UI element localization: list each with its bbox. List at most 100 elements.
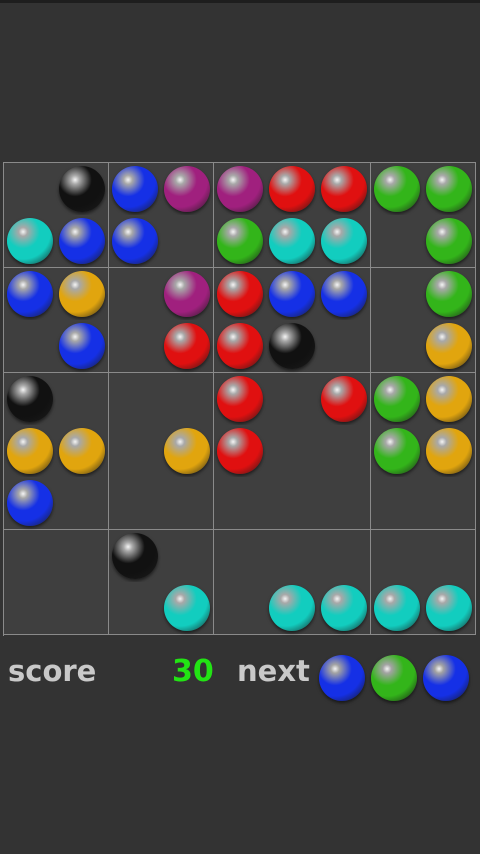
- cyan-ball[interactable]: [269, 585, 315, 631]
- board-cell[interactable]: [109, 163, 162, 216]
- board-cell[interactable]: [371, 268, 424, 321]
- board-cell[interactable]: [109, 477, 162, 530]
- cyan-ball[interactable]: [269, 218, 315, 264]
- board-cell[interactable]: [109, 582, 162, 635]
- yellow-ball[interactable]: [426, 323, 472, 369]
- board-cell[interactable]: [423, 215, 476, 268]
- green-ball[interactable]: [426, 218, 472, 264]
- board-cell[interactable]: [161, 530, 214, 583]
- board-cell[interactable]: [109, 320, 162, 373]
- board-cell[interactable]: [266, 477, 319, 530]
- green-ball[interactable]: [217, 218, 263, 264]
- board-cell[interactable]: [56, 582, 109, 635]
- cyan-ball[interactable]: [374, 585, 420, 631]
- purple-ball[interactable]: [164, 271, 210, 317]
- red-ball[interactable]: [321, 166, 367, 212]
- board-cell[interactable]: [56, 477, 109, 530]
- board-cell[interactable]: [371, 215, 424, 268]
- blue-ball[interactable]: [59, 323, 105, 369]
- board-cell[interactable]: [371, 320, 424, 373]
- board-cell[interactable]: [266, 373, 319, 426]
- board-cell[interactable]: [371, 163, 424, 216]
- board-cell[interactable]: [56, 373, 109, 426]
- board-cell[interactable]: [56, 268, 109, 321]
- board-cell[interactable]: [56, 530, 109, 583]
- board-cell[interactable]: [56, 215, 109, 268]
- board-cell[interactable]: [371, 530, 424, 583]
- board-cell[interactable]: [4, 163, 57, 216]
- board-cell[interactable]: [318, 163, 371, 216]
- blue-ball[interactable]: [269, 271, 315, 317]
- board-cell[interactable]: [266, 530, 319, 583]
- black-ball[interactable]: [7, 376, 53, 422]
- yellow-ball[interactable]: [59, 428, 105, 474]
- cyan-ball[interactable]: [426, 585, 472, 631]
- board-cell[interactable]: [318, 582, 371, 635]
- board-cell[interactable]: [161, 373, 214, 426]
- board-cell[interactable]: [4, 215, 57, 268]
- board-cell[interactable]: [318, 268, 371, 321]
- board-cell[interactable]: [4, 425, 57, 478]
- board-cell[interactable]: [423, 425, 476, 478]
- board-cell[interactable]: [214, 477, 267, 530]
- board-cell[interactable]: [423, 582, 476, 635]
- board-cell[interactable]: [161, 477, 214, 530]
- board-cell[interactable]: [161, 320, 214, 373]
- board-cell[interactable]: [371, 373, 424, 426]
- board-cell[interactable]: [161, 215, 214, 268]
- board-cell[interactable]: [109, 530, 162, 583]
- green-ball[interactable]: [426, 166, 472, 212]
- board-cell[interactable]: [56, 425, 109, 478]
- board-cell[interactable]: [161, 163, 214, 216]
- board-cell[interactable]: [423, 530, 476, 583]
- board-cell[interactable]: [161, 425, 214, 478]
- board-cell[interactable]: [266, 268, 319, 321]
- board-cell[interactable]: [423, 268, 476, 321]
- board-cell[interactable]: [56, 163, 109, 216]
- board-cell[interactable]: [4, 268, 57, 321]
- board-cell[interactable]: [423, 373, 476, 426]
- board-cell[interactable]: [423, 320, 476, 373]
- red-ball[interactable]: [217, 323, 263, 369]
- board-cell[interactable]: [109, 425, 162, 478]
- board-cell[interactable]: [318, 530, 371, 583]
- board-cell[interactable]: [214, 530, 267, 583]
- board-cell[interactable]: [371, 477, 424, 530]
- board-cell[interactable]: [4, 530, 57, 583]
- board-cell[interactable]: [4, 373, 57, 426]
- board-cell[interactable]: [371, 425, 424, 478]
- black-ball[interactable]: [59, 166, 105, 212]
- board-cell[interactable]: [214, 163, 267, 216]
- board-cell[interactable]: [318, 215, 371, 268]
- green-ball[interactable]: [374, 166, 420, 212]
- board-cell[interactable]: [266, 320, 319, 373]
- red-ball[interactable]: [217, 271, 263, 317]
- board-cell[interactable]: [56, 320, 109, 373]
- board-cell[interactable]: [423, 163, 476, 216]
- blue-ball[interactable]: [112, 218, 158, 264]
- board-cell[interactable]: [214, 320, 267, 373]
- purple-ball[interactable]: [217, 166, 263, 212]
- red-ball[interactable]: [164, 323, 210, 369]
- cyan-ball[interactable]: [321, 585, 367, 631]
- green-ball[interactable]: [374, 428, 420, 474]
- red-ball[interactable]: [217, 376, 263, 422]
- board-cell[interactable]: [109, 215, 162, 268]
- board-cell[interactable]: [318, 425, 371, 478]
- blue-ball[interactable]: [7, 271, 53, 317]
- board-cell[interactable]: [266, 582, 319, 635]
- green-ball[interactable]: [374, 376, 420, 422]
- board-cell[interactable]: [266, 163, 319, 216]
- black-ball[interactable]: [112, 533, 158, 579]
- red-ball[interactable]: [217, 428, 263, 474]
- board-cell[interactable]: [318, 320, 371, 373]
- blue-ball[interactable]: [321, 271, 367, 317]
- board-cell[interactable]: [318, 477, 371, 530]
- board-cell[interactable]: [214, 215, 267, 268]
- board-cell[interactable]: [214, 373, 267, 426]
- red-ball[interactable]: [321, 376, 367, 422]
- board-cell[interactable]: [109, 268, 162, 321]
- board-cell[interactable]: [109, 373, 162, 426]
- board-cell[interactable]: [4, 320, 57, 373]
- board-cell[interactable]: [214, 425, 267, 478]
